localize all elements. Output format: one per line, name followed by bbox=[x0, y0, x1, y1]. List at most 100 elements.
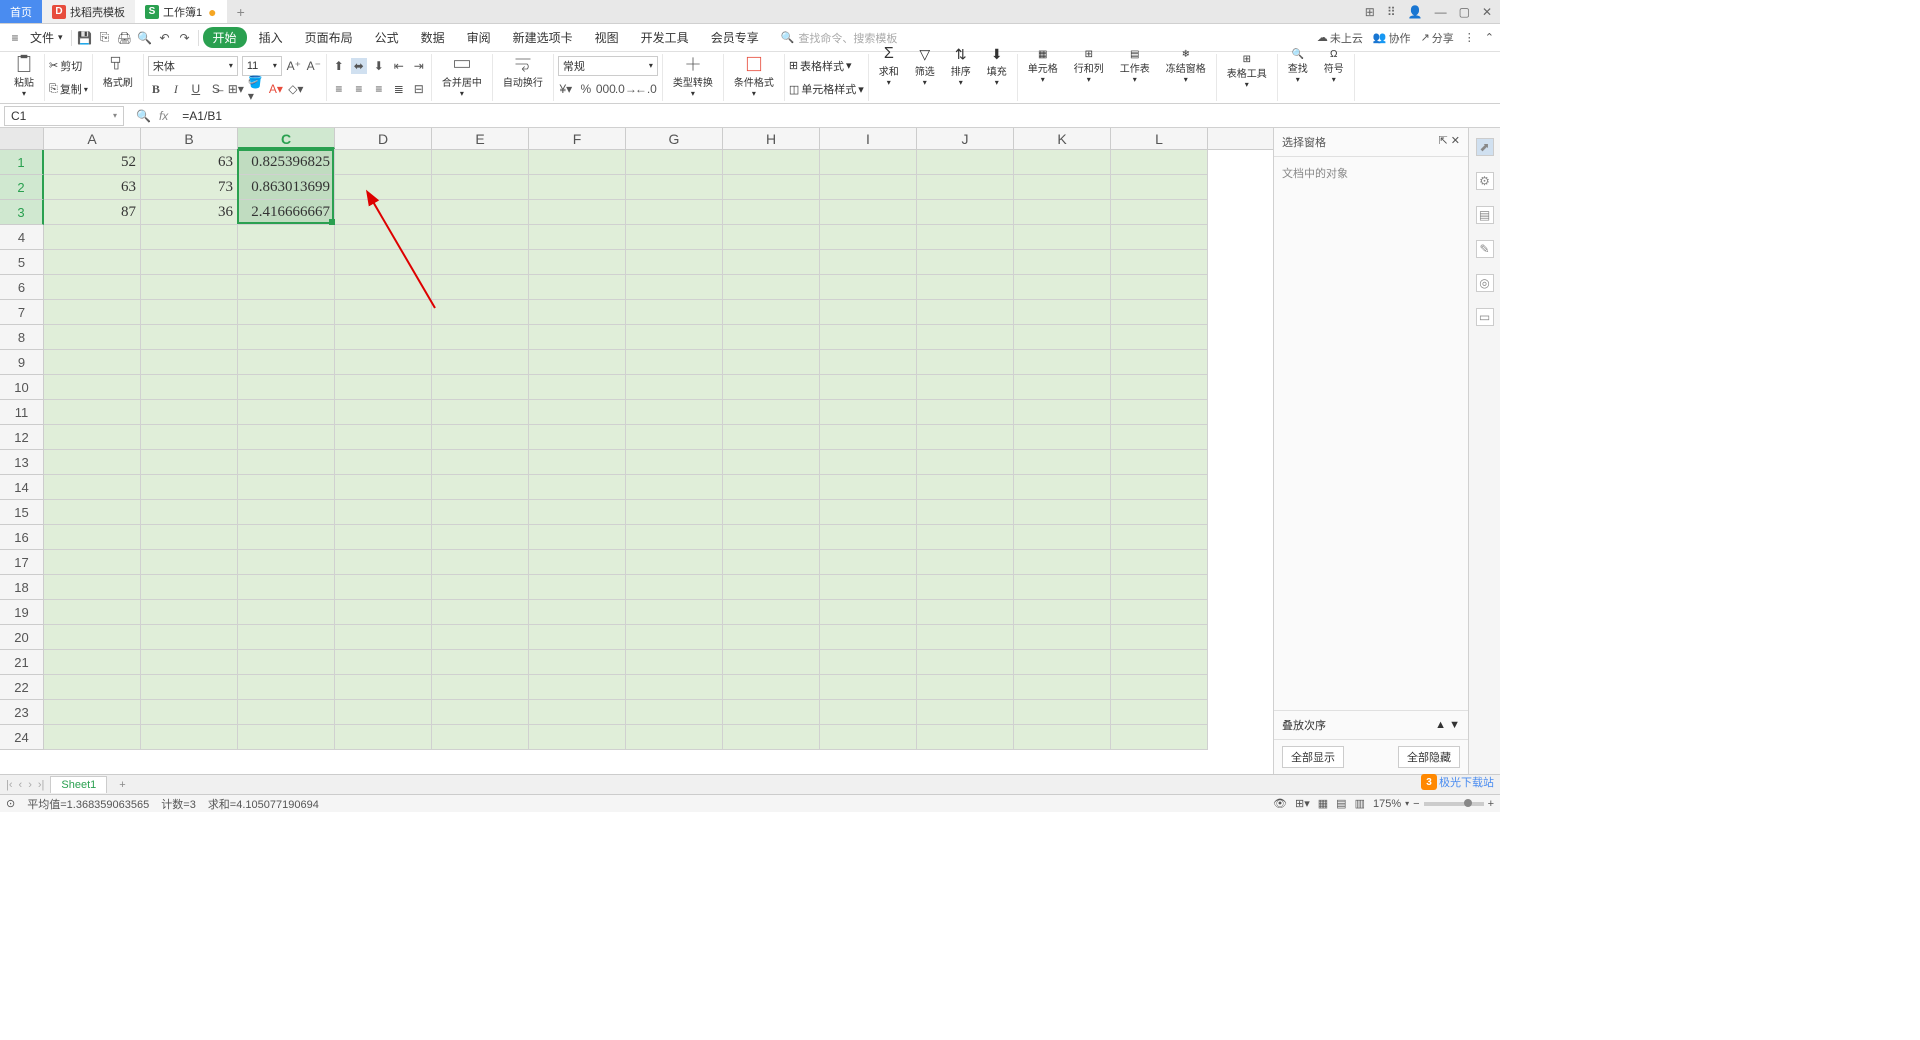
font-select[interactable]: 宋体▾ bbox=[148, 56, 238, 76]
cell[interactable] bbox=[1111, 475, 1208, 500]
cell[interactable] bbox=[432, 600, 529, 625]
formula-input[interactable]: =A1/B1 bbox=[176, 107, 1500, 125]
select-all-corner[interactable] bbox=[0, 128, 44, 149]
location-icon[interactable]: ◎ bbox=[1476, 274, 1494, 292]
align-middle-icon[interactable]: ⬌ bbox=[351, 58, 367, 74]
cell[interactable] bbox=[238, 350, 335, 375]
book-icon[interactable]: ▭ bbox=[1476, 308, 1494, 326]
cell[interactable] bbox=[626, 525, 723, 550]
tab-workbook[interactable]: S 工作簿1 ● bbox=[135, 0, 227, 23]
cell-button[interactable]: ▦单元格▾ bbox=[1022, 49, 1064, 84]
font-color-button[interactable]: A▾ bbox=[268, 81, 284, 97]
cell[interactable] bbox=[820, 150, 917, 175]
table-style-button[interactable]: ⊞ 表格样式▾ bbox=[789, 58, 852, 74]
command-search[interactable]: 🔍 查找命令、搜索模板 bbox=[781, 30, 898, 46]
cell[interactable] bbox=[820, 400, 917, 425]
sum-button[interactable]: Σ求和▾ bbox=[873, 45, 905, 87]
cell[interactable] bbox=[917, 700, 1014, 725]
cell[interactable] bbox=[141, 550, 238, 575]
cell[interactable] bbox=[335, 500, 432, 525]
table-tools-button[interactable]: ⊞表格工具▾ bbox=[1221, 54, 1273, 89]
column-header[interactable]: J bbox=[917, 128, 1014, 149]
increase-indent-icon[interactable]: ⇥ bbox=[411, 58, 427, 74]
cell[interactable] bbox=[141, 275, 238, 300]
name-box[interactable]: C1▾ bbox=[4, 106, 124, 126]
cell[interactable] bbox=[44, 650, 141, 675]
cell[interactable] bbox=[141, 225, 238, 250]
copy-button[interactable]: ⎘ 复制▾ bbox=[49, 81, 88, 97]
cell[interactable] bbox=[141, 675, 238, 700]
close-icon[interactable]: ✕ bbox=[1482, 5, 1492, 19]
cell[interactable] bbox=[626, 225, 723, 250]
decrease-indent-icon[interactable]: ⇤ bbox=[391, 58, 407, 74]
tab-home[interactable]: 首页 bbox=[0, 0, 42, 23]
cell[interactable] bbox=[723, 475, 820, 500]
view-grid-icon[interactable]: ⊞▾ bbox=[1295, 797, 1310, 810]
cell[interactable] bbox=[1014, 725, 1111, 750]
settings-icon[interactable]: ⚙ bbox=[1476, 172, 1494, 190]
cell[interactable] bbox=[917, 200, 1014, 225]
row-header[interactable]: 21 bbox=[0, 650, 44, 675]
row-header[interactable]: 1 bbox=[0, 150, 44, 175]
cell[interactable] bbox=[1111, 300, 1208, 325]
tab-template[interactable]: D 找稻壳模板 bbox=[42, 0, 135, 23]
cell[interactable] bbox=[1111, 250, 1208, 275]
cell[interactable] bbox=[626, 625, 723, 650]
clear-format-button[interactable]: ◇▾ bbox=[288, 81, 304, 97]
column-header[interactable]: F bbox=[529, 128, 626, 149]
cell[interactable] bbox=[820, 300, 917, 325]
zoom-out-icon[interactable]: − bbox=[1413, 798, 1419, 810]
align-center-icon[interactable]: ≡ bbox=[351, 81, 367, 97]
cell[interactable] bbox=[1014, 300, 1111, 325]
wrap-text-button[interactable]: 自动换行 bbox=[497, 54, 549, 89]
ribbon-tab-review[interactable]: 审阅 bbox=[457, 29, 501, 46]
cell[interactable] bbox=[432, 500, 529, 525]
cell[interactable] bbox=[626, 150, 723, 175]
cell[interactable] bbox=[723, 300, 820, 325]
cell[interactable] bbox=[820, 625, 917, 650]
cell[interactable] bbox=[432, 150, 529, 175]
cell[interactable] bbox=[238, 500, 335, 525]
cell[interactable] bbox=[44, 475, 141, 500]
cell[interactable] bbox=[432, 175, 529, 200]
cell[interactable] bbox=[626, 375, 723, 400]
cell[interactable] bbox=[723, 425, 820, 450]
cell[interactable] bbox=[529, 575, 626, 600]
cell[interactable] bbox=[529, 400, 626, 425]
cell[interactable] bbox=[335, 650, 432, 675]
border-button[interactable]: ⊞▾ bbox=[228, 81, 244, 97]
spreadsheet-grid[interactable]: ABCDEFGHIJKL 152630.825396825263730.8630… bbox=[0, 128, 1273, 774]
cell[interactable] bbox=[238, 425, 335, 450]
cell[interactable] bbox=[432, 300, 529, 325]
column-header[interactable]: E bbox=[432, 128, 529, 149]
cell[interactable] bbox=[820, 550, 917, 575]
redo-icon[interactable]: ↷ bbox=[176, 29, 194, 47]
hide-all-button[interactable]: 全部隐藏 bbox=[1398, 746, 1460, 768]
find-button[interactable]: 🔍查找▾ bbox=[1282, 49, 1314, 84]
cell[interactable] bbox=[1014, 575, 1111, 600]
cell[interactable] bbox=[917, 450, 1014, 475]
cell[interactable] bbox=[335, 600, 432, 625]
row-header[interactable]: 8 bbox=[0, 325, 44, 350]
cell[interactable] bbox=[626, 725, 723, 750]
cell[interactable] bbox=[432, 250, 529, 275]
cell[interactable] bbox=[141, 325, 238, 350]
ribbon-tab-dev[interactable]: 开发工具 bbox=[631, 29, 699, 46]
align-bottom-icon[interactable]: ⬇ bbox=[371, 58, 387, 74]
send-backward-icon[interactable]: ▼ bbox=[1449, 719, 1460, 731]
italic-button[interactable]: I bbox=[168, 81, 184, 97]
cell[interactable] bbox=[141, 250, 238, 275]
cell[interactable] bbox=[723, 250, 820, 275]
cell[interactable] bbox=[917, 550, 1014, 575]
cell[interactable] bbox=[1014, 250, 1111, 275]
print-icon[interactable]: 🖨 bbox=[116, 29, 134, 47]
zoom-in-icon[interactable]: + bbox=[1488, 798, 1494, 810]
cell[interactable] bbox=[529, 450, 626, 475]
cell[interactable] bbox=[1111, 375, 1208, 400]
cell[interactable] bbox=[141, 425, 238, 450]
cell[interactable] bbox=[723, 325, 820, 350]
cell[interactable]: 87 bbox=[44, 200, 141, 225]
column-header[interactable]: K bbox=[1014, 128, 1111, 149]
cell[interactable] bbox=[723, 450, 820, 475]
symbol-button[interactable]: Ω符号▾ bbox=[1318, 49, 1350, 84]
